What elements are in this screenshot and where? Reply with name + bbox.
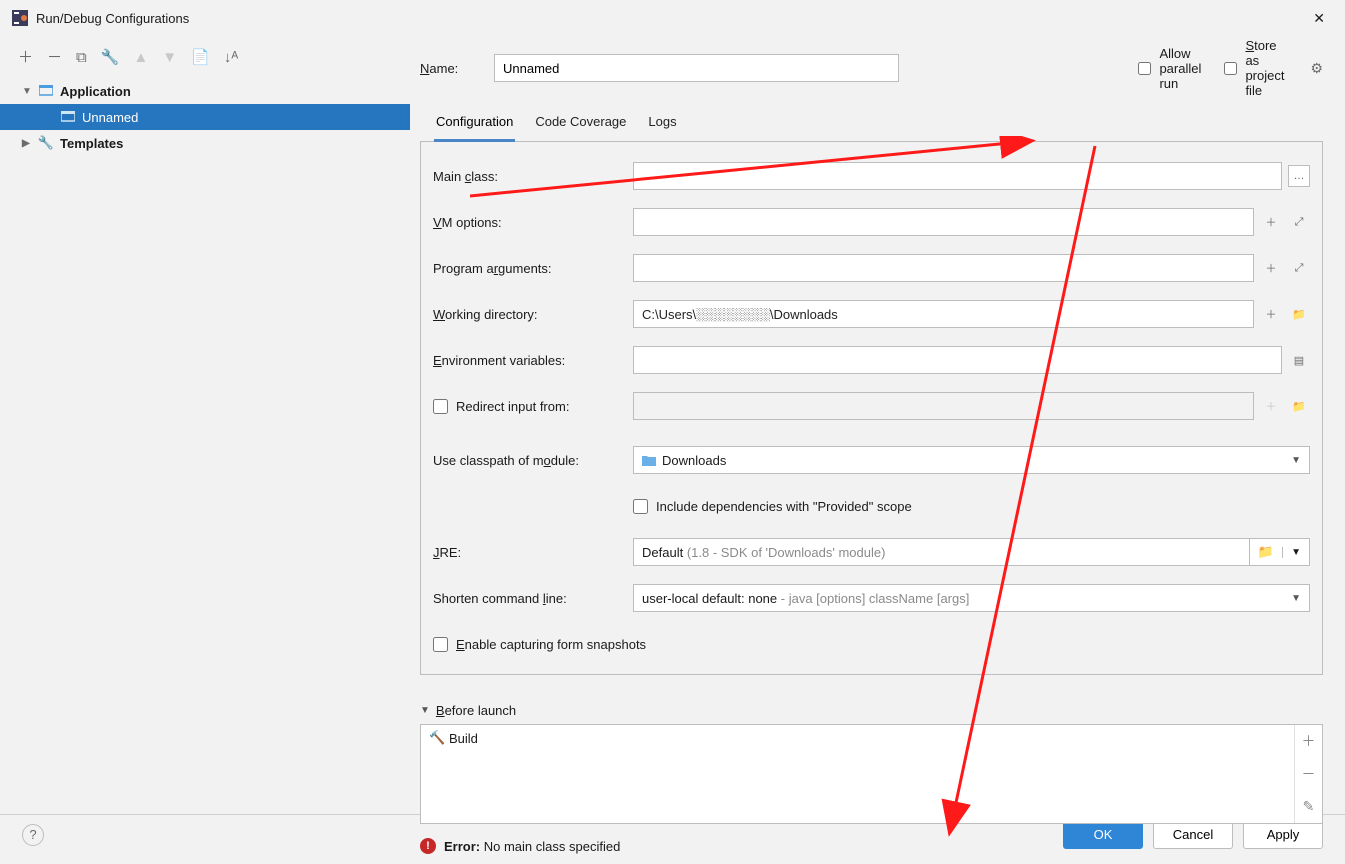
wrench-icon: 🔧: [38, 136, 54, 150]
remove-icon[interactable]: －: [47, 50, 62, 65]
tree-label: Application: [60, 84, 131, 99]
wrench-icon[interactable]: 🔧: [101, 50, 120, 65]
add-macro-icon[interactable]: ＋: [1260, 257, 1282, 279]
include-provided-checkbox[interactable]: Include dependencies with "Provided" sco…: [633, 499, 912, 514]
before-launch-item[interactable]: 🔨 Build: [421, 725, 1294, 751]
tree-label: Templates: [60, 136, 123, 151]
name-input[interactable]: [494, 54, 899, 82]
redirect-input-label: Redirect input from:: [433, 399, 633, 414]
classpath-combo[interactable]: Downloads ▼: [633, 446, 1310, 474]
before-launch-header[interactable]: ▼ Before launch: [420, 703, 1323, 718]
error-message: ! Error: No main class specified: [420, 838, 1323, 864]
expander-icon: ▼: [22, 86, 34, 97]
module-icon: [642, 454, 656, 466]
list-icon[interactable]: ▤: [1288, 349, 1310, 371]
store-project-checkbox[interactable]: Store as project file: [1224, 38, 1284, 98]
expander-icon: ▶: [22, 138, 34, 149]
working-dir-label: Working directory:: [433, 307, 633, 322]
main-class-input[interactable]: [633, 162, 1282, 190]
move-down-icon[interactable]: ▼: [162, 50, 177, 65]
tree-group-application[interactable]: ▼ Application: [0, 78, 410, 104]
tab-code-coverage[interactable]: Code Coverage: [533, 108, 628, 141]
shorten-label: Shorten command line:: [433, 591, 633, 606]
before-launch-list: 🔨 Build ＋ － ✎: [420, 724, 1323, 824]
program-args-input[interactable]: [633, 254, 1254, 282]
tree-label: Unnamed: [82, 110, 138, 125]
tab-configuration[interactable]: Configuration: [434, 108, 515, 142]
vm-options-label: VM options:: [433, 215, 633, 230]
vm-options-input[interactable]: [633, 208, 1254, 236]
redirect-input-field: [633, 392, 1254, 420]
tab-logs[interactable]: Logs: [646, 108, 678, 141]
program-args-label: Program arguments:: [433, 261, 633, 276]
chevron-down-icon: ▼: [1291, 593, 1301, 604]
sidebar-toolbar: ＋ － ⧉ 🔧 ▲ ▼ 📄 ↓ᴬ: [0, 40, 410, 74]
chevron-down-icon[interactable]: ▼: [1282, 547, 1309, 558]
expand-icon[interactable]: ⤢: [1288, 257, 1310, 279]
classpath-label: Use classpath of module:: [433, 453, 633, 468]
tabs: Configuration Code Coverage Logs: [420, 108, 1323, 142]
add-icon[interactable]: ＋: [1295, 725, 1322, 758]
application-icon: [38, 84, 54, 98]
browse-class-button[interactable]: …: [1288, 165, 1310, 187]
sort-icon[interactable]: ↓ᴬ: [224, 50, 238, 65]
tree-group-templates[interactable]: ▶ 🔧 Templates: [0, 130, 410, 156]
redirect-input-checkbox[interactable]: Redirect input from:: [433, 399, 633, 414]
add-macro-icon[interactable]: ＋: [1260, 303, 1282, 325]
hammer-icon: 🔨: [429, 730, 443, 746]
folder-move-icon[interactable]: 📄: [191, 50, 210, 65]
app-logo-icon: [12, 10, 28, 26]
chevron-down-icon: ▼: [1291, 455, 1301, 466]
enable-snapshots-checkbox[interactable]: Enable capturing form snapshots: [433, 637, 646, 652]
shorten-combo[interactable]: user-local default: none - java [options…: [633, 584, 1310, 612]
gear-icon[interactable]: ⚙: [1310, 60, 1323, 77]
move-up-icon[interactable]: ▲: [133, 50, 148, 65]
tree-item-unnamed[interactable]: Unnamed: [0, 104, 410, 130]
expand-icon[interactable]: ⤢: [1288, 211, 1310, 233]
expander-icon: ▼: [420, 705, 430, 716]
main-class-label: Main class:: [433, 169, 633, 184]
config-tree: ▼ Application Unnamed ▶ 🔧 Templates: [0, 74, 410, 814]
browse-folder-icon[interactable]: 📁: [1288, 303, 1310, 325]
browse-folder-icon: 📁: [1288, 395, 1310, 417]
jre-label: JRE:: [433, 545, 633, 560]
close-icon[interactable]: ✕: [1305, 6, 1333, 31]
error-icon: !: [420, 838, 436, 854]
browse-folder-icon[interactable]: 📁: [1250, 544, 1282, 560]
config-panel: Main class: … VM options: ＋ ⤢ Program ar…: [420, 142, 1323, 675]
add-icon[interactable]: ＋: [18, 50, 33, 65]
add-macro-icon[interactable]: ＋: [1260, 211, 1282, 233]
edit-icon[interactable]: ✎: [1295, 790, 1322, 823]
env-vars-label: Environment variables:: [433, 353, 633, 368]
help-icon[interactable]: ?: [22, 824, 44, 846]
working-dir-input[interactable]: [633, 300, 1254, 328]
window-title: Run/Debug Configurations: [36, 11, 1305, 26]
jre-combo[interactable]: Default (1.8 - SDK of 'Downloads' module…: [633, 538, 1310, 566]
name-label: Name:: [420, 61, 480, 76]
remove-icon[interactable]: －: [1295, 758, 1322, 791]
add-macro-icon: ＋: [1260, 395, 1282, 417]
application-icon: [60, 110, 76, 124]
allow-parallel-checkbox[interactable]: Allow parallel run: [1138, 46, 1198, 91]
env-vars-input[interactable]: [633, 346, 1282, 374]
copy-icon[interactable]: ⧉: [76, 50, 87, 65]
